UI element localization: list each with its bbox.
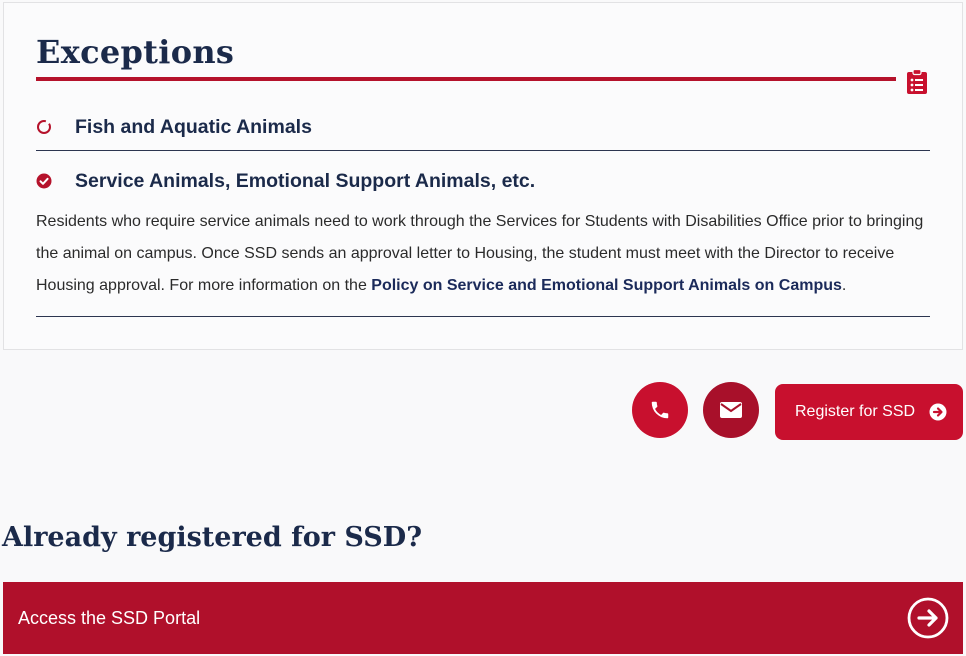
accordion-body-text: Residents who require service animals ne…: [36, 206, 926, 302]
accordion-label: Fish and Aquatic Animals: [75, 115, 312, 138]
accordion-divider: [36, 150, 930, 151]
accordion-label: Service Animals, Emotional Support Anima…: [75, 169, 536, 192]
accordion-header[interactable]: Service Animals, Emotional Support Anima…: [36, 166, 930, 196]
exceptions-card: Exceptions Fish and Aquatic Animals Serv…: [3, 2, 963, 350]
register-for-ssd-button[interactable]: Register for SSD: [775, 384, 963, 440]
ssd-portal-link[interactable]: Access the SSD Portal: [3, 582, 963, 654]
accordion-header[interactable]: Fish and Aquatic Animals: [36, 112, 930, 142]
arrow-circle-right-icon: [907, 597, 949, 639]
register-label: Register for SSD: [795, 403, 916, 420]
check-circle-icon: [36, 173, 52, 189]
accordion-item-service-animals[interactable]: Service Animals, Emotional Support Anima…: [36, 166, 930, 196]
portal-label: Access the SSD Portal: [18, 607, 201, 628]
policy-link[interactable]: Policy on Service and Emotional Support …: [371, 277, 842, 294]
already-registered-heading: Already registered for SSD?: [2, 522, 423, 553]
accordion-item-fish[interactable]: Fish and Aquatic Animals: [36, 112, 930, 142]
arrow-circle-right-icon: [929, 403, 947, 421]
email-button[interactable]: [703, 382, 759, 438]
envelope-icon: [720, 402, 742, 418]
card-title: Exceptions: [36, 33, 235, 71]
phone-icon: [651, 401, 669, 419]
clipboard-list-icon: [907, 69, 927, 94]
phone-button[interactable]: [632, 382, 688, 438]
circle-outline-icon: [37, 120, 51, 134]
title-divider: [36, 77, 896, 81]
body-text-end: .: [841, 277, 847, 294]
accordion-divider: [36, 316, 930, 317]
